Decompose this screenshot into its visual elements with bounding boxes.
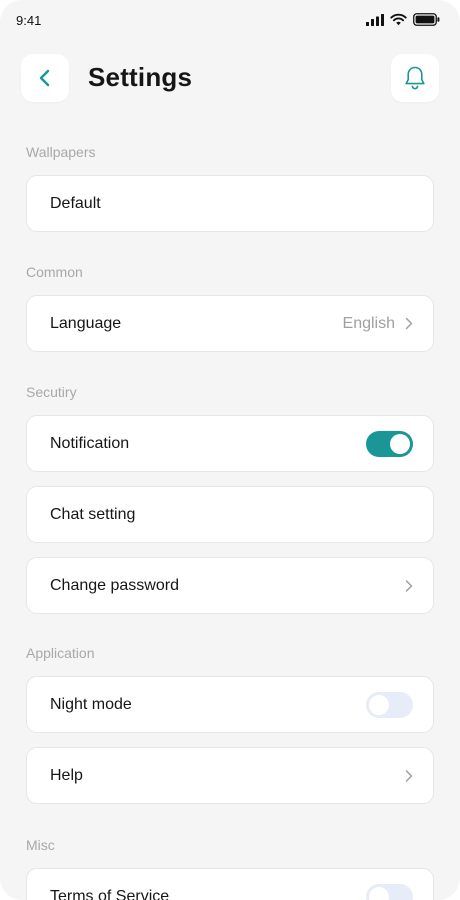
section-label-common: Common (26, 264, 83, 280)
status-bar: 9:41 (0, 0, 460, 44)
setting-row-chat-setting[interactable]: Chat setting (26, 486, 434, 543)
bell-icon (405, 66, 425, 90)
setting-row-language[interactable]: Language English (26, 295, 434, 352)
status-time: 9:41 (16, 13, 42, 28)
setting-row-terms-of-service[interactable]: Terms of Service (26, 868, 434, 900)
page-title: Settings (88, 62, 193, 92)
back-arrow-icon (39, 69, 50, 87)
section-label-wallpapers: Wallpapers (26, 144, 96, 160)
setting-label: Night mode (50, 695, 132, 713)
chevron-right-icon (405, 769, 413, 782)
notifications-button[interactable] (391, 54, 439, 102)
terms-toggle-group (366, 883, 413, 900)
status-icons (366, 13, 440, 26)
setting-label: Help (50, 766, 83, 784)
chevron-right-icon (405, 579, 413, 592)
signal-icon (366, 13, 384, 26)
back-button[interactable] (21, 54, 69, 102)
notification-toggle[interactable] (366, 430, 413, 457)
wifi-icon (390, 13, 407, 26)
setting-label: Terms of Service (50, 887, 170, 900)
setting-row-notification[interactable]: Notification (26, 415, 434, 472)
terms-toggle[interactable] (366, 883, 413, 900)
notification-toggle-group (366, 430, 413, 457)
toggle-knob (369, 694, 389, 715)
toggle-knob (390, 433, 410, 454)
setting-label: Notification (50, 434, 130, 452)
setting-label: Change password (50, 576, 179, 594)
toggle-knob (369, 886, 389, 900)
chevron-right-icon (405, 317, 413, 330)
night-mode-toggle-group (366, 691, 413, 718)
setting-row-night-mode[interactable]: Night mode (26, 676, 434, 733)
setting-row-help[interactable]: Help (26, 747, 434, 804)
header: Settings (0, 54, 460, 106)
help-chevron-group (405, 769, 413, 782)
language-value-group: English (343, 315, 413, 333)
setting-label: Default (50, 194, 101, 212)
setting-row-change-password[interactable]: Change password (26, 557, 434, 614)
setting-label: Chat setting (50, 505, 136, 523)
section-label-misc: Misc (26, 837, 55, 853)
section-label-security: Secutiry (26, 384, 77, 400)
setting-row-default[interactable]: Default (26, 175, 434, 232)
section-label-application: Application (26, 645, 95, 661)
night-mode-toggle[interactable] (366, 691, 413, 718)
settings-screen: 9:41 Settings Wallpapers Default Common … (0, 0, 460, 900)
change-password-chevron-group (405, 579, 413, 592)
setting-label: Language (50, 314, 122, 332)
language-value: English (342, 314, 395, 332)
battery-icon (413, 13, 440, 26)
